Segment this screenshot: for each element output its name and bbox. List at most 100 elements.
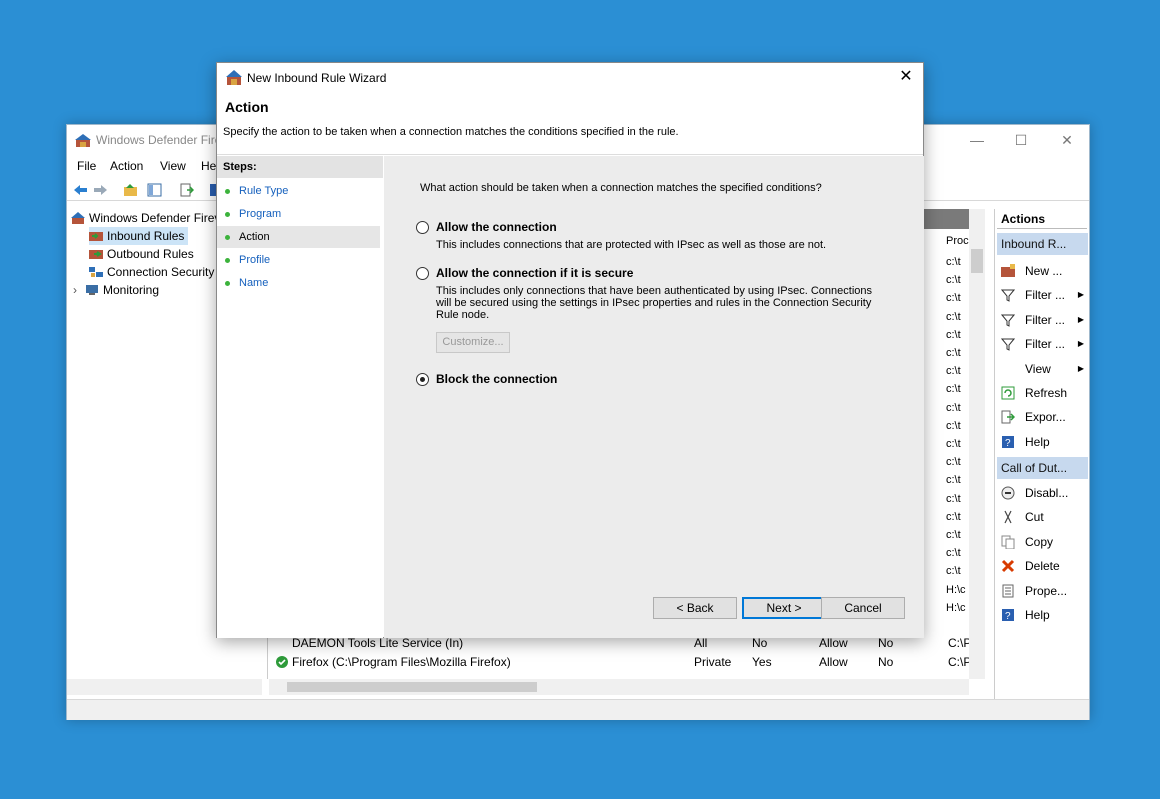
maximize-button[interactable]: ☐ xyxy=(999,129,1043,151)
action-prope[interactable]: Prope... xyxy=(997,579,1088,603)
tree-item-outbound-rules[interactable]: Outbound Rules xyxy=(89,245,194,263)
submenu-arrow-icon: ▶ xyxy=(1077,314,1084,324)
action-label: New ... xyxy=(1025,264,1063,278)
cancel-button[interactable]: Cancel xyxy=(821,597,905,619)
radio-allow[interactable] xyxy=(416,221,429,234)
close-button[interactable]: ✕ xyxy=(1045,129,1089,151)
table-row[interactable]: Firefox (C:\Program Files\Mozilla Firefo… xyxy=(268,653,978,672)
export-icon xyxy=(1001,410,1015,424)
wizard-heading: Action xyxy=(225,99,269,115)
column-header-program[interactable]: Proc xyxy=(946,235,969,247)
tree-item-inbound-rules[interactable]: Inbound Rules xyxy=(89,227,189,245)
action-new[interactable]: New ... xyxy=(997,259,1088,283)
cell-program: c:\t xyxy=(946,565,961,578)
tree-item-monitoring[interactable]: › Monitoring xyxy=(73,281,159,299)
action-filter[interactable]: Filter ... ▶ xyxy=(997,332,1088,356)
filter-icon xyxy=(1001,338,1015,351)
action-delete[interactable]: Delete xyxy=(997,554,1088,578)
export-list-icon[interactable] xyxy=(179,183,194,197)
menu-action[interactable]: Action xyxy=(110,159,143,173)
option-label[interactable]: Block the connection xyxy=(436,372,557,386)
tree-item-label: Inbound Rules xyxy=(107,229,185,243)
menu-help[interactable]: He xyxy=(201,159,216,173)
cell-program: c:\t xyxy=(946,256,961,268)
action-help[interactable]: ? Help xyxy=(997,603,1088,627)
step-dot-icon xyxy=(225,235,230,240)
menu-view[interactable]: View xyxy=(160,159,186,173)
wizard-title: New Inbound Rule Wizard xyxy=(247,71,387,85)
svg-text:?: ? xyxy=(1005,611,1011,622)
cell-program: c:\t xyxy=(946,383,961,396)
filter-icon xyxy=(1001,314,1015,327)
cell-enabled: Yes xyxy=(752,655,772,669)
step-label: Rule Type xyxy=(239,185,289,197)
cell-program: c:\t xyxy=(946,328,961,341)
step-dot-icon xyxy=(225,281,230,286)
actions-section-selected-rule[interactable]: Call of Dut... xyxy=(997,457,1088,479)
tree-item-label: Connection Security xyxy=(107,265,215,279)
action-disabl[interactable]: Disabl... xyxy=(997,481,1088,505)
action-label: Copy xyxy=(1025,534,1054,549)
action-expor[interactable]: Expor... xyxy=(997,405,1088,429)
action-cut[interactable]: Cut xyxy=(997,505,1088,529)
option-description: This includes only connections that have… xyxy=(436,285,872,321)
back-button[interactable]: < Back xyxy=(653,597,737,619)
cell-program: c:\t xyxy=(946,292,961,305)
radio-block[interactable] xyxy=(416,373,429,386)
tree-item-connection-security[interactable]: Connection Security xyxy=(89,263,214,281)
action-label: Expor... xyxy=(1025,410,1066,425)
step-profile[interactable]: Profile xyxy=(217,249,380,271)
new-rule-icon xyxy=(1001,264,1015,277)
action-view[interactable]: View ▶ xyxy=(997,357,1088,381)
folder-up-icon[interactable] xyxy=(123,183,138,197)
step-name[interactable]: Name xyxy=(217,272,380,294)
firewall-node-icon xyxy=(71,212,85,224)
action-filter[interactable]: Filter ... ▶ xyxy=(997,308,1088,332)
option-label[interactable]: Allow the connection xyxy=(436,220,557,234)
wizard-title-bar: New Inbound Rule Wizard ✕ xyxy=(217,63,923,93)
cell-program: c:\t xyxy=(946,547,961,560)
svg-text:?: ? xyxy=(1005,438,1011,449)
cell-program: c:\t xyxy=(946,492,961,505)
step-program[interactable]: Program xyxy=(217,203,380,225)
properties-icon xyxy=(1002,584,1014,598)
action-help[interactable]: ? Help xyxy=(997,430,1088,454)
cut-icon xyxy=(1004,511,1012,524)
next-button[interactable]: Next > xyxy=(742,597,826,619)
wizard-content: What action should be taken when a conne… xyxy=(384,156,924,638)
tree-horizontal-scrollbar[interactable] xyxy=(67,679,262,695)
show-hide-tree-icon[interactable] xyxy=(147,183,162,197)
actions-section-inbound-rules[interactable]: Inbound R... xyxy=(997,233,1088,255)
cell-program: H:\c xyxy=(946,583,966,596)
scrollbar-thumb[interactable] xyxy=(971,249,983,273)
list-vertical-scrollbar[interactable] xyxy=(969,209,985,679)
action-label: Refresh xyxy=(1025,386,1068,400)
submenu-arrow-icon: ▶ xyxy=(1077,290,1084,300)
step-rule-type[interactable]: Rule Type xyxy=(217,180,380,202)
cell-program: C:\P xyxy=(948,655,972,669)
cell-profile: Private xyxy=(694,655,732,669)
tree-root[interactable]: Windows Defender Firev xyxy=(71,209,220,227)
copy-icon xyxy=(1001,535,1015,549)
expand-chevron-icon[interactable]: › xyxy=(73,281,85,299)
cell-action: Allow xyxy=(819,655,848,669)
radio-allow-secure[interactable] xyxy=(416,267,429,280)
option-label[interactable]: Allow the connection if it is secure xyxy=(436,266,633,280)
disable-icon xyxy=(1001,486,1015,500)
steps-title: Steps: xyxy=(217,156,383,178)
action-filter[interactable]: Filter ... ▶ xyxy=(997,283,1088,307)
action-refresh[interactable]: Refresh xyxy=(997,381,1088,405)
scrollbar-thumb[interactable] xyxy=(287,682,537,692)
cell-program: c:\t xyxy=(946,456,961,469)
action-copy[interactable]: Copy xyxy=(997,530,1088,554)
minimize-button[interactable]: — xyxy=(955,129,999,151)
action-label: Filter ... xyxy=(1025,312,1066,327)
list-horizontal-scrollbar[interactable] xyxy=(269,679,969,695)
step-label: Action xyxy=(239,231,270,243)
wizard-close-button[interactable]: ✕ xyxy=(895,66,917,88)
forward-arrow-icon[interactable] xyxy=(93,183,108,197)
action-label: Filter ... xyxy=(1025,337,1066,352)
back-arrow-icon[interactable] xyxy=(73,183,88,197)
menu-file[interactable]: File xyxy=(77,159,96,173)
actions-title: Actions xyxy=(997,209,1087,229)
